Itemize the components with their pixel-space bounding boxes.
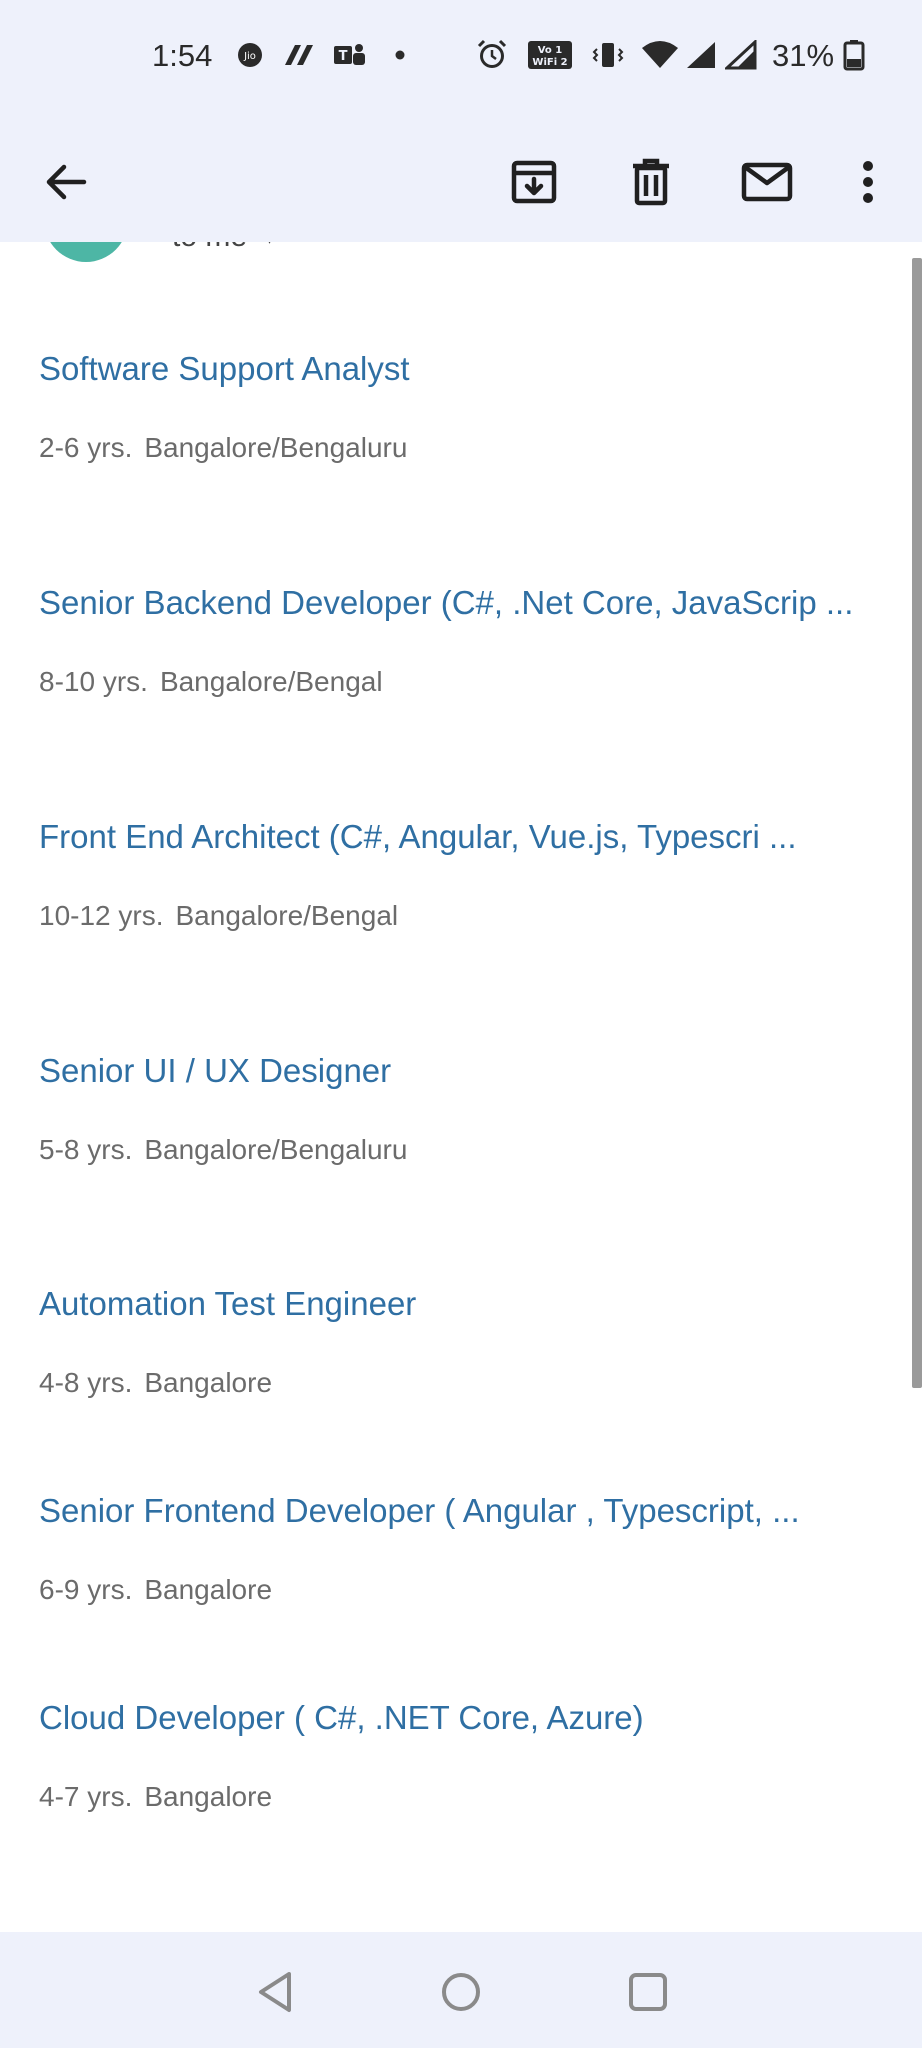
archive-icon[interactable] xyxy=(502,150,566,214)
job-title-link[interactable]: Senior UI / UX Designer xyxy=(39,1051,899,1091)
job-meta: 2-6 yrs. Bangalore/Bengaluru xyxy=(39,431,899,465)
job-experience: 5-8 yrs. xyxy=(39,1134,133,1165)
battery-percent: 31% xyxy=(772,38,835,73)
job-location: Bangalore/Bengal xyxy=(159,666,383,697)
battery-icon xyxy=(842,40,866,71)
job-location: Bangalore/Bengaluru xyxy=(144,432,408,463)
app-bar xyxy=(0,120,922,242)
back-arrow-icon[interactable] xyxy=(34,150,98,214)
email-body[interactable]: to me ▾ Software Support Analyst 2-6 yrs.… xyxy=(0,242,922,1932)
job-meta: 6-9 yrs. Bangalore xyxy=(39,1573,899,1607)
recipient-line[interactable]: to me ▾ xyxy=(172,242,274,254)
job-experience: 2-6 yrs. xyxy=(39,432,133,463)
home-circle-icon[interactable] xyxy=(431,1962,491,2022)
job-experience: 10-12 yrs. xyxy=(39,900,164,931)
svg-text:Jio: Jio xyxy=(243,51,256,62)
svg-text:WiFi 2: WiFi 2 xyxy=(532,57,567,68)
job-title-link[interactable]: Front End Architect (C#, Angular, Vue.js… xyxy=(39,817,899,857)
job-meta: 4-7 yrs. Bangalore xyxy=(39,1780,899,1814)
job-title-link[interactable]: Senior Backend Developer (C#, .Net Core,… xyxy=(39,583,899,623)
job-meta: 4-8 yrs. Bangalore xyxy=(39,1366,899,1400)
job-meta: 5-8 yrs. Bangalore/Bengaluru xyxy=(39,1133,899,1167)
mail-icon[interactable] xyxy=(735,150,799,214)
jio-icon: Jio xyxy=(236,40,264,70)
job-title-link[interactable]: Cloud Developer ( C#, .NET Core, Azure) xyxy=(39,1698,899,1738)
chevron-down-icon[interactable]: ▾ xyxy=(265,242,274,249)
job-experience: 4-7 yrs. xyxy=(39,1781,133,1812)
job-listing: Front End Architect (C#, Angular, Vue.js… xyxy=(39,817,899,933)
job-listing: Cloud Developer ( C#, .NET Core, Azure) … xyxy=(39,1698,899,1814)
job-meta: 8-10 yrs. Bangalore/Bengal xyxy=(39,665,899,699)
job-location: Bangalore xyxy=(144,1781,273,1812)
signal-icon xyxy=(684,40,718,70)
back-triangle-icon[interactable] xyxy=(245,1962,305,2022)
job-listing: Senior UI / UX Designer 5-8 yrs. Bangalor… xyxy=(39,1051,899,1167)
svg-text:T: T xyxy=(339,49,348,64)
job-title-link[interactable]: Software Support Analyst xyxy=(39,349,899,389)
job-listing: Software Support Analyst 2-6 yrs. Bangalo… xyxy=(39,349,899,465)
status-bar: 1:54 Jio T Vo 1 WiFi 2 31% xyxy=(0,0,922,120)
job-experience: 4-8 yrs. xyxy=(39,1367,133,1398)
job-location: Bangalore/Bengal xyxy=(175,900,399,931)
signal-icon-2 xyxy=(724,40,758,70)
app-icon xyxy=(280,40,316,70)
job-meta: 10-12 yrs. Bangalore/Bengal xyxy=(39,899,899,933)
avatar xyxy=(44,242,128,262)
alarm-icon xyxy=(474,39,510,70)
recents-square-icon[interactable] xyxy=(618,1962,678,2022)
delete-icon[interactable] xyxy=(619,150,683,214)
scrollbar[interactable] xyxy=(912,258,922,1388)
job-location: Bangalore xyxy=(144,1367,273,1398)
job-listing: Automation Test Engineer 4-8 yrs. Bangalo… xyxy=(39,1284,899,1400)
job-title-link[interactable]: Senior Frontend Developer ( Angular , Ty… xyxy=(39,1491,899,1531)
svg-text:Vo 1: Vo 1 xyxy=(538,45,563,56)
dot-icon xyxy=(392,40,408,70)
status-time: 1:54 xyxy=(152,38,213,73)
job-experience: 6-9 yrs. xyxy=(39,1574,133,1605)
job-listing: Senior Backend Developer (C#, .Net Core,… xyxy=(39,583,899,699)
job-location: Bangalore xyxy=(144,1574,273,1605)
job-listing: Senior Frontend Developer ( Angular , Ty… xyxy=(39,1491,899,1607)
vibrate-icon xyxy=(592,40,624,70)
job-location: Bangalore/Bengaluru xyxy=(144,1134,408,1165)
recipient-text: to me xyxy=(172,242,247,253)
system-nav-bar xyxy=(0,1932,922,2048)
teams-icon: T xyxy=(332,40,368,70)
vowifi-icon: Vo 1 WiFi 2 xyxy=(526,40,574,70)
more-vert-icon[interactable] xyxy=(836,150,900,214)
wifi-icon xyxy=(640,40,680,70)
job-title-link[interactable]: Automation Test Engineer xyxy=(39,1284,899,1324)
job-experience: 8-10 yrs. xyxy=(39,666,148,697)
